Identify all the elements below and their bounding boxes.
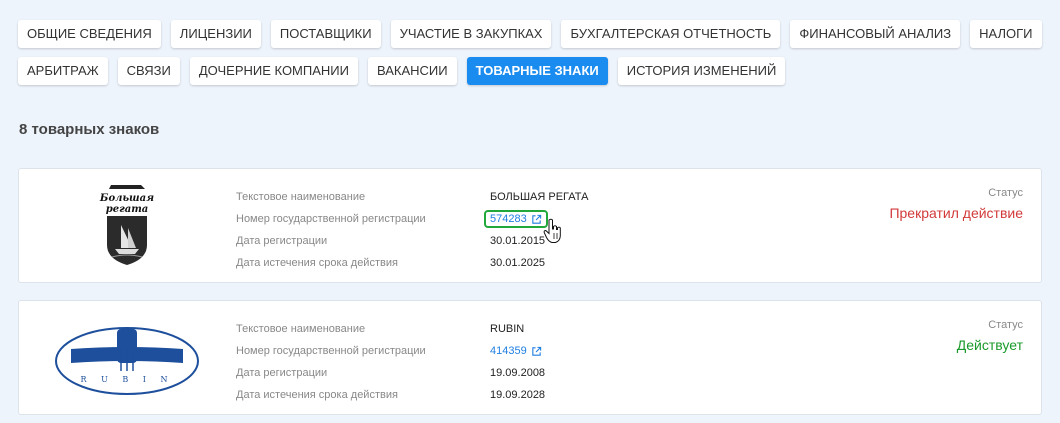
trademarks-count-title: 8 товарных знаков <box>19 121 160 138</box>
trademark-logo: R U B I N <box>55 327 199 395</box>
reg-date: 30.01.2015 <box>490 235 546 247</box>
svg-text:R U B I N: R U B I N <box>81 375 174 384</box>
tab-procurement[interactable]: УЧАСТИЕ В ЗАКУПКАХ <box>390 20 552 48</box>
trademark-card: R U B I N Текстовое наименование RUBIN Н… <box>18 300 1042 415</box>
expiry-date: 19.09.2028 <box>490 389 546 401</box>
name-label: Текстовое наименование <box>236 323 366 335</box>
name-label: Текстовое наименование <box>236 191 366 203</box>
external-link-icon <box>532 346 541 356</box>
tab-subsidiaries[interactable]: ДОЧЕРНИЕ КОМПАНИИ <box>189 57 358 85</box>
reg-number-link[interactable]: 414359 <box>490 345 542 357</box>
reg-date-label: Дата регистрации <box>236 367 328 379</box>
status-label: Статус <box>988 319 1023 331</box>
reg-number-text: 574283 <box>490 213 527 225</box>
tab-connections[interactable]: СВЯЗИ <box>117 57 180 85</box>
svg-text:регата: регата <box>106 204 149 215</box>
trademark-card: Большая регата Текстовое наименование БО… <box>18 168 1042 283</box>
section-tabs: ОБЩИЕ СВЕДЕНИЯ ЛИЦЕНЗИИ ПОСТАВЩИКИ УЧАСТ… <box>18 20 1048 85</box>
status-label: Статус <box>988 187 1023 199</box>
tab-taxes[interactable]: НАЛОГИ <box>970 20 1042 48</box>
reg-number-label: Номер государственной регистрации <box>236 345 426 357</box>
tab-financial-analysis[interactable]: ФИНАНСОВЫЙ АНАЛИЗ <box>790 20 961 48</box>
expiry-date: 30.01.2025 <box>490 257 546 269</box>
expiry-date-label: Дата истечения срока действия <box>236 389 398 401</box>
tab-arbitration[interactable]: АРБИТРАЖ <box>18 57 108 85</box>
tab-accounting[interactable]: БУХГАЛТЕРСКАЯ ОТЧЕТНОСТЬ <box>561 20 781 48</box>
reg-number-text: 414359 <box>490 345 527 357</box>
reg-date-label: Дата регистрации <box>236 235 328 247</box>
trademark-fields: Текстовое наименование RUBIN Номер госуд… <box>236 318 545 406</box>
tab-general-info[interactable]: ОБЩИЕ СВЕДЕНИЯ <box>18 20 161 48</box>
external-link-icon <box>532 214 541 224</box>
hand-cursor-icon <box>543 218 561 243</box>
status-value: Прекратил действие <box>889 205 1023 221</box>
tab-licenses[interactable]: ЛИЦЕНЗИИ <box>170 20 261 48</box>
expiry-date-label: Дата истечения срока действия <box>236 257 398 269</box>
reg-number-label: Номер государственной регистрации <box>236 213 426 225</box>
tab-change-history[interactable]: ИСТОРИЯ ИЗМЕНЕНИЙ <box>617 57 786 85</box>
status-value: Действует <box>956 337 1023 353</box>
tab-suppliers[interactable]: ПОСТАВЩИКИ <box>270 20 381 48</box>
trademark-name: БОЛЬШАЯ РЕГАТА <box>490 191 589 203</box>
svg-text:Большая: Большая <box>99 193 154 204</box>
reg-date: 19.09.2008 <box>490 367 546 379</box>
trademark-logo: Большая регата <box>99 185 154 265</box>
tab-vacancies[interactable]: ВАКАНСИИ <box>367 57 457 85</box>
trademark-fields: Текстовое наименование БОЛЬШАЯ РЕГАТА Но… <box>236 186 588 274</box>
reg-number-link[interactable]: 574283 <box>484 210 548 228</box>
tab-trademarks[interactable]: ТОВАРНЫЕ ЗНАКИ <box>466 57 608 85</box>
trademark-name: RUBIN <box>490 323 525 335</box>
